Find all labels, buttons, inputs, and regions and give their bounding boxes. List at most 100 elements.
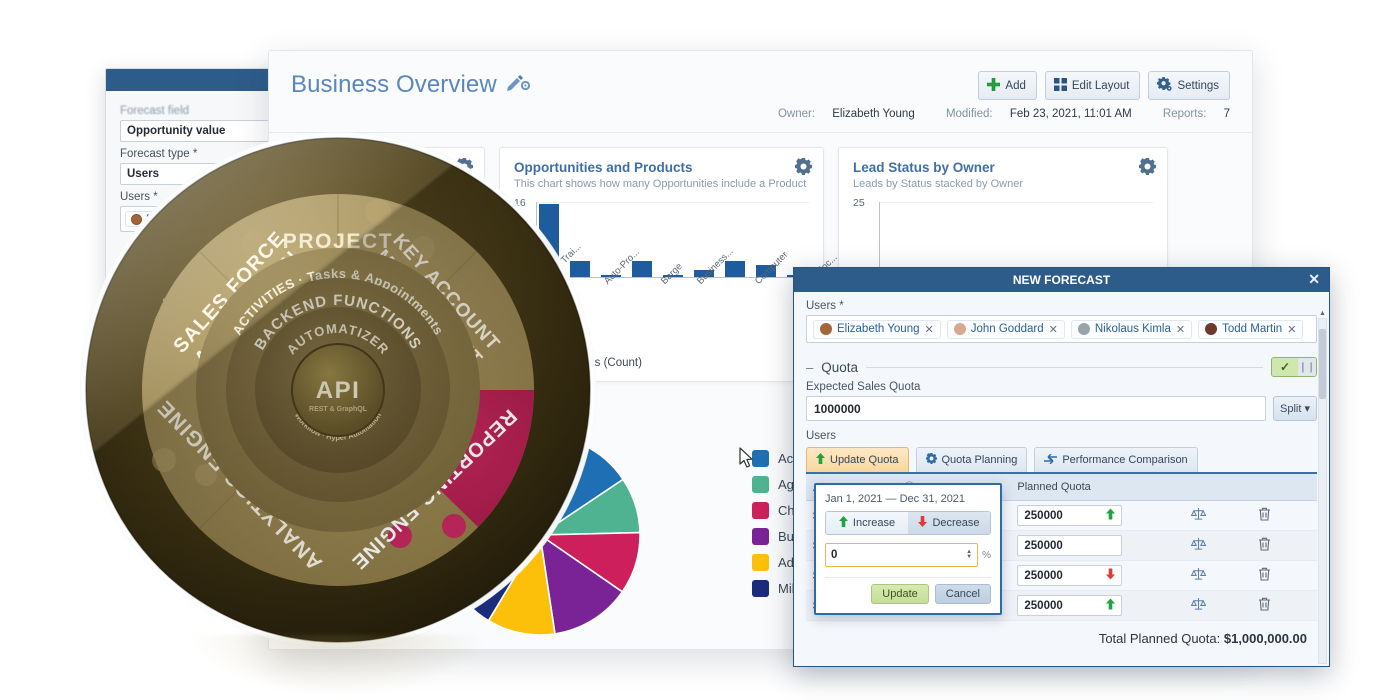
chevron-down-icon: ▾ bbox=[1304, 403, 1310, 415]
trash-icon[interactable] bbox=[1258, 597, 1271, 614]
user-chip[interactable]: John Goddard ✕ bbox=[946, 319, 1065, 339]
user-chip[interactable]: Elizabeth Young ✕ bbox=[813, 319, 941, 339]
user-chip-label: Elizabeth Young bbox=[837, 323, 920, 335]
dashboard-toolbar: Add Edit Layout Settings bbox=[978, 71, 1230, 100]
planned-quota-value: 250000 bbox=[1024, 569, 1063, 582]
legend-swatch bbox=[752, 476, 769, 493]
stepper-arrows-icon[interactable]: ▲ ▼ bbox=[966, 549, 972, 561]
cell-planned-quota: 250000 bbox=[1010, 590, 1185, 621]
update-quota-popover: Jan 1, 2021 — Dec 31, 2021 Increase Decr… bbox=[814, 483, 1002, 615]
avatar bbox=[820, 323, 832, 335]
users-section-label: Users bbox=[806, 430, 837, 442]
dialog-scrollbar[interactable]: ▲ bbox=[1318, 310, 1327, 664]
percent-stepper-input[interactable]: 0 ▲ ▼ bbox=[825, 543, 979, 567]
quota-tabs: Update Quota Quota Planning Performance … bbox=[806, 447, 1317, 474]
collapse-icon[interactable]: – bbox=[806, 360, 813, 375]
tab-update-quota[interactable]: Update Quota bbox=[806, 447, 909, 472]
remove-chip-icon[interactable]: ✕ bbox=[925, 323, 934, 336]
planned-quota-value: 250000 bbox=[1024, 509, 1063, 522]
scales-icon[interactable] bbox=[1190, 567, 1207, 584]
user-chip[interactable]: Nikolaus Kimla ✕ bbox=[1070, 319, 1193, 339]
increase-option[interactable]: Increase bbox=[826, 512, 908, 534]
up-arrow-icon bbox=[816, 453, 825, 467]
divider bbox=[866, 366, 1263, 368]
trend-up-icon bbox=[1106, 598, 1116, 613]
popover-cancel-button[interactable]: Cancel bbox=[934, 584, 991, 604]
tab-quota-planning[interactable]: Quota Planning bbox=[915, 447, 1028, 472]
cell-planned-quota: 250000 bbox=[1010, 560, 1185, 591]
bar-3 bbox=[632, 260, 652, 277]
remove-chip-icon[interactable]: ✕ bbox=[1176, 323, 1185, 336]
avatar bbox=[1077, 323, 1090, 335]
users-field-label: Users * bbox=[806, 300, 844, 312]
planned-quota-input[interactable]: 250000 bbox=[1017, 595, 1123, 616]
user-chip-label: Nikolaus Kimla bbox=[1094, 323, 1171, 335]
scroll-up-icon[interactable]: ▲ bbox=[1319, 310, 1326, 317]
gear-icon bbox=[925, 453, 937, 467]
users-multiselect[interactable]: Elizabeth Young ✕ John Goddard ✕ Nikolaus Ki… bbox=[806, 315, 1317, 343]
tab-performance-comparison[interactable]: Performance Comparison bbox=[1034, 447, 1198, 472]
edit-layout-button-label: Edit Layout bbox=[1071, 79, 1130, 92]
page-title-text: Business Overview bbox=[291, 71, 497, 98]
screenshot-stage: Forecast field Opportunity value Forecas… bbox=[0, 0, 1400, 700]
expected-quota-input[interactable]: 1000000 bbox=[806, 396, 1266, 421]
cell-balance bbox=[1184, 530, 1251, 561]
expected-quota-label: Expected Sales Quota bbox=[806, 381, 921, 393]
remove-chip-icon[interactable]: ✕ bbox=[1287, 323, 1296, 336]
trash-icon[interactable] bbox=[1258, 567, 1271, 584]
add-button[interactable]: Add bbox=[978, 71, 1037, 100]
quota-toggle-on: ✓ bbox=[1272, 358, 1298, 376]
owner-value: Elizabeth Young bbox=[832, 108, 915, 120]
widget-title: Lead Status by Owner bbox=[853, 160, 995, 175]
up-arrow-icon bbox=[838, 516, 848, 530]
planned-quota-input[interactable]: 250000 bbox=[1017, 505, 1123, 526]
legend-swatch bbox=[752, 502, 769, 519]
close-icon[interactable]: ✕ bbox=[1308, 271, 1320, 288]
scales-icon[interactable] bbox=[1190, 537, 1207, 554]
scales-icon[interactable] bbox=[1190, 507, 1207, 524]
quota-legend: Quota bbox=[821, 359, 859, 375]
decrease-label: Decrease bbox=[932, 517, 980, 529]
cell-balance bbox=[1184, 560, 1251, 591]
quota-toggle[interactable]: ✓ ❙❙ bbox=[1271, 357, 1317, 377]
trash-icon[interactable] bbox=[1258, 507, 1271, 524]
tab-quota-planning-label: Quota Planning bbox=[941, 454, 1018, 466]
cell-delete bbox=[1250, 560, 1317, 591]
popover-date-range: Jan 1, 2021 — Dec 31, 2021 bbox=[825, 493, 966, 505]
dialog-title: NEW FORECAST bbox=[1012, 273, 1111, 287]
reports-key: Reports: bbox=[1162, 108, 1207, 120]
planned-quota-input[interactable]: 250000 bbox=[1017, 565, 1123, 586]
edit-layout-button[interactable]: Edit Layout bbox=[1044, 71, 1141, 100]
disc-reflection bbox=[188, 635, 488, 695]
gear-icon[interactable] bbox=[795, 158, 812, 179]
quota-toggle-off: ❙❙ bbox=[1298, 358, 1316, 376]
settings-button-label: Settings bbox=[1177, 79, 1219, 92]
add-button-label: Add bbox=[1005, 79, 1026, 92]
settings-button[interactable]: Settings bbox=[1148, 71, 1230, 100]
decrease-option[interactable]: Decrease bbox=[908, 512, 990, 534]
avatar bbox=[1205, 323, 1218, 335]
user-chip[interactable]: Todd Martin ✕ bbox=[1198, 319, 1304, 339]
legend-swatch bbox=[752, 554, 769, 571]
page-title: Business Overview bbox=[291, 71, 532, 99]
widget-subtitle: Leads by Status stacked by Owner bbox=[853, 178, 1023, 190]
trend-up-icon bbox=[1106, 508, 1116, 523]
pencil-settings-icon[interactable] bbox=[506, 71, 532, 99]
cell-balance bbox=[1184, 590, 1251, 621]
percent-unit: % bbox=[982, 549, 991, 561]
scales-icon[interactable] bbox=[1190, 597, 1207, 614]
bar-6 bbox=[725, 260, 745, 277]
remove-chip-icon[interactable]: ✕ bbox=[1049, 323, 1058, 336]
modified-key: Modified: bbox=[945, 108, 993, 120]
total-value: $1,000,000.00 bbox=[1223, 631, 1307, 646]
planned-quota-input[interactable]: 250000 bbox=[1017, 535, 1123, 556]
split-dropdown[interactable]: Split ▾ bbox=[1273, 396, 1317, 421]
scrollbar-thumb[interactable] bbox=[1319, 329, 1326, 399]
avatar bbox=[953, 323, 966, 335]
trash-icon[interactable] bbox=[1258, 537, 1271, 554]
gear-icon[interactable] bbox=[1139, 158, 1156, 179]
popover-update-button[interactable]: Update bbox=[871, 584, 929, 604]
increase-decrease-toggle: Increase Decrease bbox=[825, 511, 991, 535]
planned-quota-value: 250000 bbox=[1024, 599, 1063, 612]
compare-icon bbox=[1044, 453, 1058, 467]
